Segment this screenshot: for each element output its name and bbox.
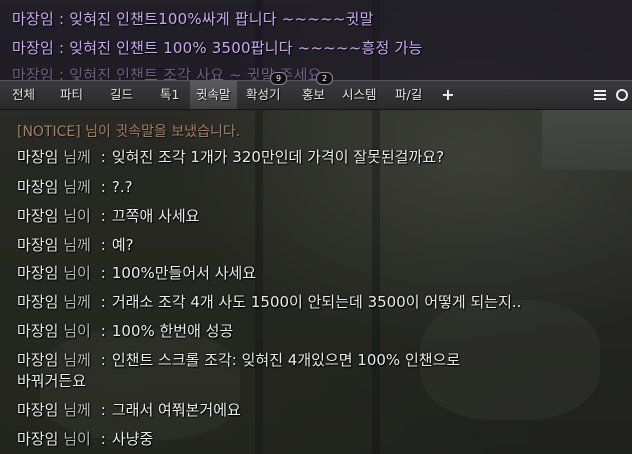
tab-promotion[interactable]: 홍보 2 [302,72,333,109]
tab-promotion-label: 홍보 [302,87,326,102]
gear-icon[interactable] [614,81,630,109]
chat-message: 마장임 님께: 예? [17,234,134,255]
message-colon: : [100,322,106,340]
message-direction: 님께 [63,293,91,311]
message-text: 100% 한번애 성공 [111,322,234,340]
tab-megaphone-label: 확성기 [246,87,281,102]
tab-system[interactable]: 시스템 [342,81,377,109]
chat-message: 마장임 님께:?.? [17,176,133,197]
chat-message: 마장임 님께: 그래서 여쭤본거에요 [17,399,241,420]
message-sender[interactable]: 마장임 [17,293,58,311]
message-direction: 님께 [63,148,91,166]
message-direction: 님께 [63,236,91,254]
message-text: 인챈트 스크롤 조각: 잊혀진 4개있으면 100% 인챈으로 [111,351,461,369]
message-text: 잊혀진 조각 1개가 320만인데 가격이 잘못된걸까요? [111,148,445,166]
chat-message: 마장임 님께: 거래소 조각 4개 사도 1500이 안되는데 3500이 어떻게… [17,291,521,312]
tab-talk1[interactable]: 톡1 [160,81,179,109]
chat-tab-bar: 전체 파티 길드 톡1 귓속말 확성기 9 홍보 2 시스템 파/길 + [0,72,632,110]
chat-message: 마장임 님이: 끄쪽애 사세요 [17,205,199,226]
general-chat-line: 마장임 : 잊혀진 인챈트100%싸게 팝니다 ~~~~~귓말 [12,10,374,28]
tab-party-guild[interactable]: 파/길 [395,81,422,109]
tab-all[interactable]: 전체 [12,81,35,109]
general-chat-overlay: 마장임 : 잊혀진 인챈트100%싸게 팝니다 ~~~~~귓말 마장임 : 잊혀… [0,0,632,84]
whisper-chat-panel: [NOTICE] 님이 귓속말을 보냈습니다. 마장임 님께: 잊혀진 조각 1개… [0,109,632,454]
message-direction: 님께 [63,351,91,369]
chat-message: 마장임 님이:100%만들어서 사세요 [17,262,256,283]
chat-message: 마장임 님께: 잊혀진 조각 1개가 320만인데 가격이 잘못된걸까요? [17,146,444,167]
tab-guild[interactable]: 길드 [110,81,133,109]
message-sender[interactable]: 마장임 [17,322,58,340]
message-text: 거래소 조각 4개 사도 1500이 안되는데 3500이 어떻게 되는지.. [111,293,522,311]
message-sender[interactable]: 마장임 [17,401,58,419]
message-text: ?.? [111,178,133,196]
message-text: 끄쪽애 사세요 [111,207,200,225]
message-colon: : [100,264,106,282]
message-colon: : [100,178,106,196]
message-sender[interactable]: 마장임 [17,178,58,196]
tab-whisper[interactable]: 귓속말 [190,81,237,109]
message-direction: 님이 [63,430,91,448]
message-text: 예? [111,236,134,254]
message-direction: 님이 [63,207,91,225]
message-colon: : [100,430,106,448]
message-colon: : [100,293,106,311]
chat-message: 마장임 님이:100% 한번애 성공 [17,320,233,341]
message-direction: 님이 [63,322,91,340]
chat-message: 마장임 님께: 인챈트 스크롤 조각: 잊혀진 4개있으면 100% 인챈으로 [17,349,460,370]
tab-megaphone[interactable]: 확성기 9 [246,72,287,109]
message-direction: 님이 [63,264,91,282]
plus-icon[interactable]: + [440,81,456,109]
message-direction: 님께 [63,401,91,419]
message-direction: 님께 [63,178,91,196]
tab-party[interactable]: 파티 [60,81,83,109]
general-chat-line: 마장임 : 잊혀진 인챈트 100% 3500팝니다 ~~~~~흥정 가능 [12,39,423,57]
message-text: 100%만들어서 사세요 [111,264,257,282]
message-sender[interactable]: 마장임 [17,207,58,225]
message-sender[interactable]: 마장임 [17,264,58,282]
message-colon: : [100,236,106,254]
message-sender[interactable]: 마장임 [17,430,58,448]
chat-message: 마장임 님이: 사냥중 [17,428,153,449]
message-text: 그래서 여쭤본거에요 [111,401,241,419]
unread-badge: 9 [270,72,287,85]
message-sender[interactable]: 마장임 [17,236,58,254]
menu-icon[interactable] [592,81,608,109]
message-text: 사냥중 [111,430,154,448]
message-colon: : [100,207,106,225]
message-colon: : [100,148,106,166]
message-sender[interactable]: 마장임 [17,148,58,166]
notice-line: [NOTICE] 님이 귓속말을 보냈습니다. [17,124,241,140]
message-colon: : [100,401,106,419]
message-continuation: 바꿔거든요 [17,372,87,390]
message-sender[interactable]: 마장임 [17,351,58,369]
message-colon: : [100,351,106,369]
unread-badge: 2 [316,72,333,85]
